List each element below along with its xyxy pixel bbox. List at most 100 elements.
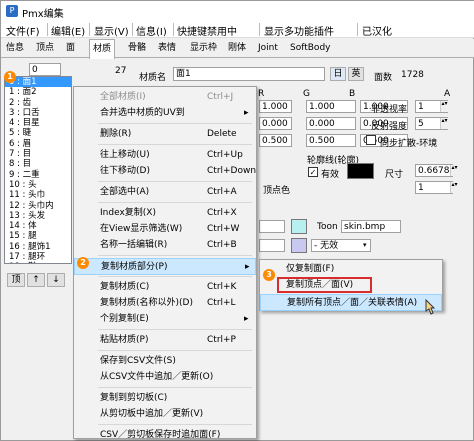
context-menu-item[interactable]: 往上移动(U) Ctrl+Up [74, 147, 256, 164]
menu-file[interactable]: 文件(F) [6, 23, 40, 38]
material-list-item[interactable]: 7 : 目 [5, 149, 71, 159]
tab-softbody[interactable]: SoftBody [287, 41, 333, 57]
menu-localized[interactable]: 已汉化 [362, 23, 392, 38]
edge-color-swatch[interactable] [347, 163, 374, 179]
col-header-g: G [303, 89, 310, 99]
tab-material[interactable]: 材质 [89, 39, 116, 59]
context-menu-item[interactable]: 从CSV文件中追加／更新(O) [74, 369, 256, 386]
material-list-item[interactable]: 13 : 头发 [5, 211, 71, 221]
context-menu-item[interactable]: 个别复制(E) ▸ [74, 311, 256, 328]
tab-vertex[interactable]: 顶点 [33, 41, 57, 57]
step-marker-3: 3 [263, 269, 275, 281]
context-menu-item[interactable]: 复制材质部分(P) ▸ [74, 258, 256, 275]
submenu-copy-all[interactable]: 复制所有顶点／面／关联表情(A) [260, 294, 442, 311]
top-button[interactable]: 顶 [7, 273, 25, 287]
edge-size-input[interactable]: 0.667828 [415, 164, 453, 177]
shortcut-text: Ctrl+B [207, 240, 237, 250]
sphere-color-swatch[interactable] [291, 238, 307, 253]
lang-jp-button[interactable]: 日 [330, 67, 346, 81]
context-menu-item: 全部材质(I) Ctrl+J [74, 89, 256, 106]
tab-rigidbody[interactable]: 刚体 [225, 41, 249, 57]
tab-bone[interactable]: 骨骼 [125, 41, 149, 57]
tab-info[interactable]: 信息 [3, 41, 27, 57]
reflect-spinner[interactable]: ▴▾ [440, 118, 448, 129]
submenu-copy-vertex-face[interactable]: 复制顶点／面(V) [277, 277, 372, 293]
context-menu-item[interactable]: 删除(R) Delete [74, 126, 256, 143]
context-menu-item[interactable]: 复制材质(名称以外)(D) Ctrl+L [74, 295, 256, 312]
menu-plugins[interactable]: 显示多功能插件 [264, 23, 334, 38]
context-menu-item[interactable]: 名称一括编辑(R) Ctrl+B [74, 237, 256, 254]
context-menu-item[interactable]: Index复制(X) Ctrl+X [74, 205, 256, 222]
nonview-spinner[interactable]: ▴▾ [440, 101, 448, 112]
context-menu-item[interactable]: 复制到剪切板(C) [74, 390, 256, 407]
submenu-copy-faces-only[interactable]: 仅复制面(F) [260, 261, 442, 278]
context-menu-item[interactable]: 在View显示筛选(W) Ctrl+W [74, 221, 256, 238]
edge-enabled-checkbox[interactable]: ✓ [308, 167, 318, 177]
menu-info[interactable]: 信息(I) [136, 23, 167, 38]
col-header-r: R [258, 89, 265, 99]
context-menu-item[interactable]: 复制材质(C) Ctrl+K [74, 279, 256, 296]
material-list-item[interactable]: 10 : 头 [5, 180, 71, 190]
material-list-item[interactable]: 14 : 体 [5, 221, 71, 231]
material-list-item[interactable]: 3 : 口舌 [5, 108, 71, 118]
material-list-item[interactable]: 17 : 腿环 [5, 252, 71, 262]
material-list-item[interactable]: 9 : 二重 [5, 170, 71, 180]
material-list-item[interactable]: 6 : 眉 [5, 139, 71, 149]
material-list-item[interactable]: 15 : 腿 [5, 231, 71, 241]
diffuse-g-input[interactable]: 1.000 [306, 100, 356, 113]
context-menu-item[interactable]: 粘贴材质(P) Ctrl+P [74, 332, 256, 349]
ambient-g-input[interactable]: 0.500 [306, 134, 356, 147]
sphere-mode-select[interactable]: - 无效 [311, 239, 371, 252]
menu-separator [259, 23, 260, 36]
context-menu-item[interactable]: 合并选中材质的UV到 ▸ [74, 105, 256, 122]
edge-size-spinner[interactable]: ▴▾ [450, 165, 458, 176]
texture-color-swatch[interactable] [291, 219, 307, 234]
material-index-input[interactable]: 0 [29, 63, 61, 76]
material-list-item[interactable]: 8 : 目 [5, 159, 71, 169]
menu-separator [98, 255, 252, 256]
context-menu-item[interactable]: 保存到CSV文件(S) [74, 353, 256, 370]
menu-separator [98, 387, 252, 388]
material-list-item[interactable]: 18 : 鞋 [5, 262, 71, 263]
menu-edit[interactable]: 编辑(E) [51, 23, 85, 38]
menu-shortcut-disabled[interactable]: 快捷键禁用中 [177, 23, 237, 38]
lang-en-button[interactable]: 英 [348, 67, 364, 81]
specular-r-input[interactable]: 0.000 [259, 117, 292, 130]
context-menu-item[interactable]: 全部选中(A) Ctrl+A [74, 184, 256, 201]
edge-alpha-spinner[interactable]: ▴▾ [450, 182, 458, 193]
sync-checkbox[interactable] [366, 135, 376, 145]
material-list-item[interactable]: 16 : 腿饰1 [5, 242, 71, 252]
submenu-arrow-icon: ▸ [244, 108, 249, 118]
chevron-down-icon[interactable]: ▾ [363, 241, 367, 249]
material-list-item[interactable]: 5 : 睫 [5, 128, 71, 138]
tab-face[interactable]: 面 [63, 41, 78, 57]
context-menu-item[interactable]: 从剪切板中追加／更新(V) [74, 406, 256, 423]
move-up-button[interactable]: ↑ [27, 273, 45, 287]
context-menu-item[interactable]: CSV／剪切板保存时追加面(F) [74, 427, 256, 441]
toon-input[interactable]: skin.bmp [341, 220, 401, 233]
ambient-r-input[interactable]: 0.500 [259, 134, 292, 147]
face-count-value: 1728 [401, 70, 424, 80]
move-down-button[interactable]: ↓ [47, 273, 65, 287]
tab-joint[interactable]: Joint [255, 41, 281, 57]
material-list-item[interactable]: 12 : 头巾内 [5, 201, 71, 211]
material-list[interactable]: 0 : 面1 1 : 面2 2 : 齿3 : 口舌 4 : 目星 5 : 睫6 : 眉7… [4, 76, 72, 264]
material-list-item[interactable]: 4 : 目星 [5, 118, 71, 128]
sphere-path-input[interactable] [259, 239, 285, 252]
specular-g-input[interactable]: 0.000 [306, 117, 356, 130]
diffuse-r-input[interactable]: 1.000 [259, 100, 292, 113]
menu-view[interactable]: 显示(V) [94, 23, 129, 38]
material-list-item[interactable]: 2 : 齿 [5, 98, 71, 108]
sync-label: 同步扩散-环境 [380, 139, 438, 149]
menu-separator [98, 123, 252, 124]
tab-bar: 信息 顶点 面 材质 骨骼 表情 显示枠 刚体 Joint SoftBody [1, 39, 474, 59]
texture-path-input[interactable] [259, 220, 285, 233]
material-list-item[interactable]: 1 : 面2 [5, 87, 71, 97]
material-name-input[interactable]: 面1 [173, 67, 325, 81]
context-menu-item[interactable]: 往下移动(D) Ctrl+Down [74, 163, 256, 180]
tab-morph[interactable]: 表情 [155, 41, 179, 57]
material-list-item[interactable]: 11 : 头巾 [5, 190, 71, 200]
edge-alpha-input[interactable]: 1 [415, 181, 453, 194]
menu-separator [98, 181, 252, 182]
tab-display-frame[interactable]: 显示枠 [187, 41, 220, 57]
